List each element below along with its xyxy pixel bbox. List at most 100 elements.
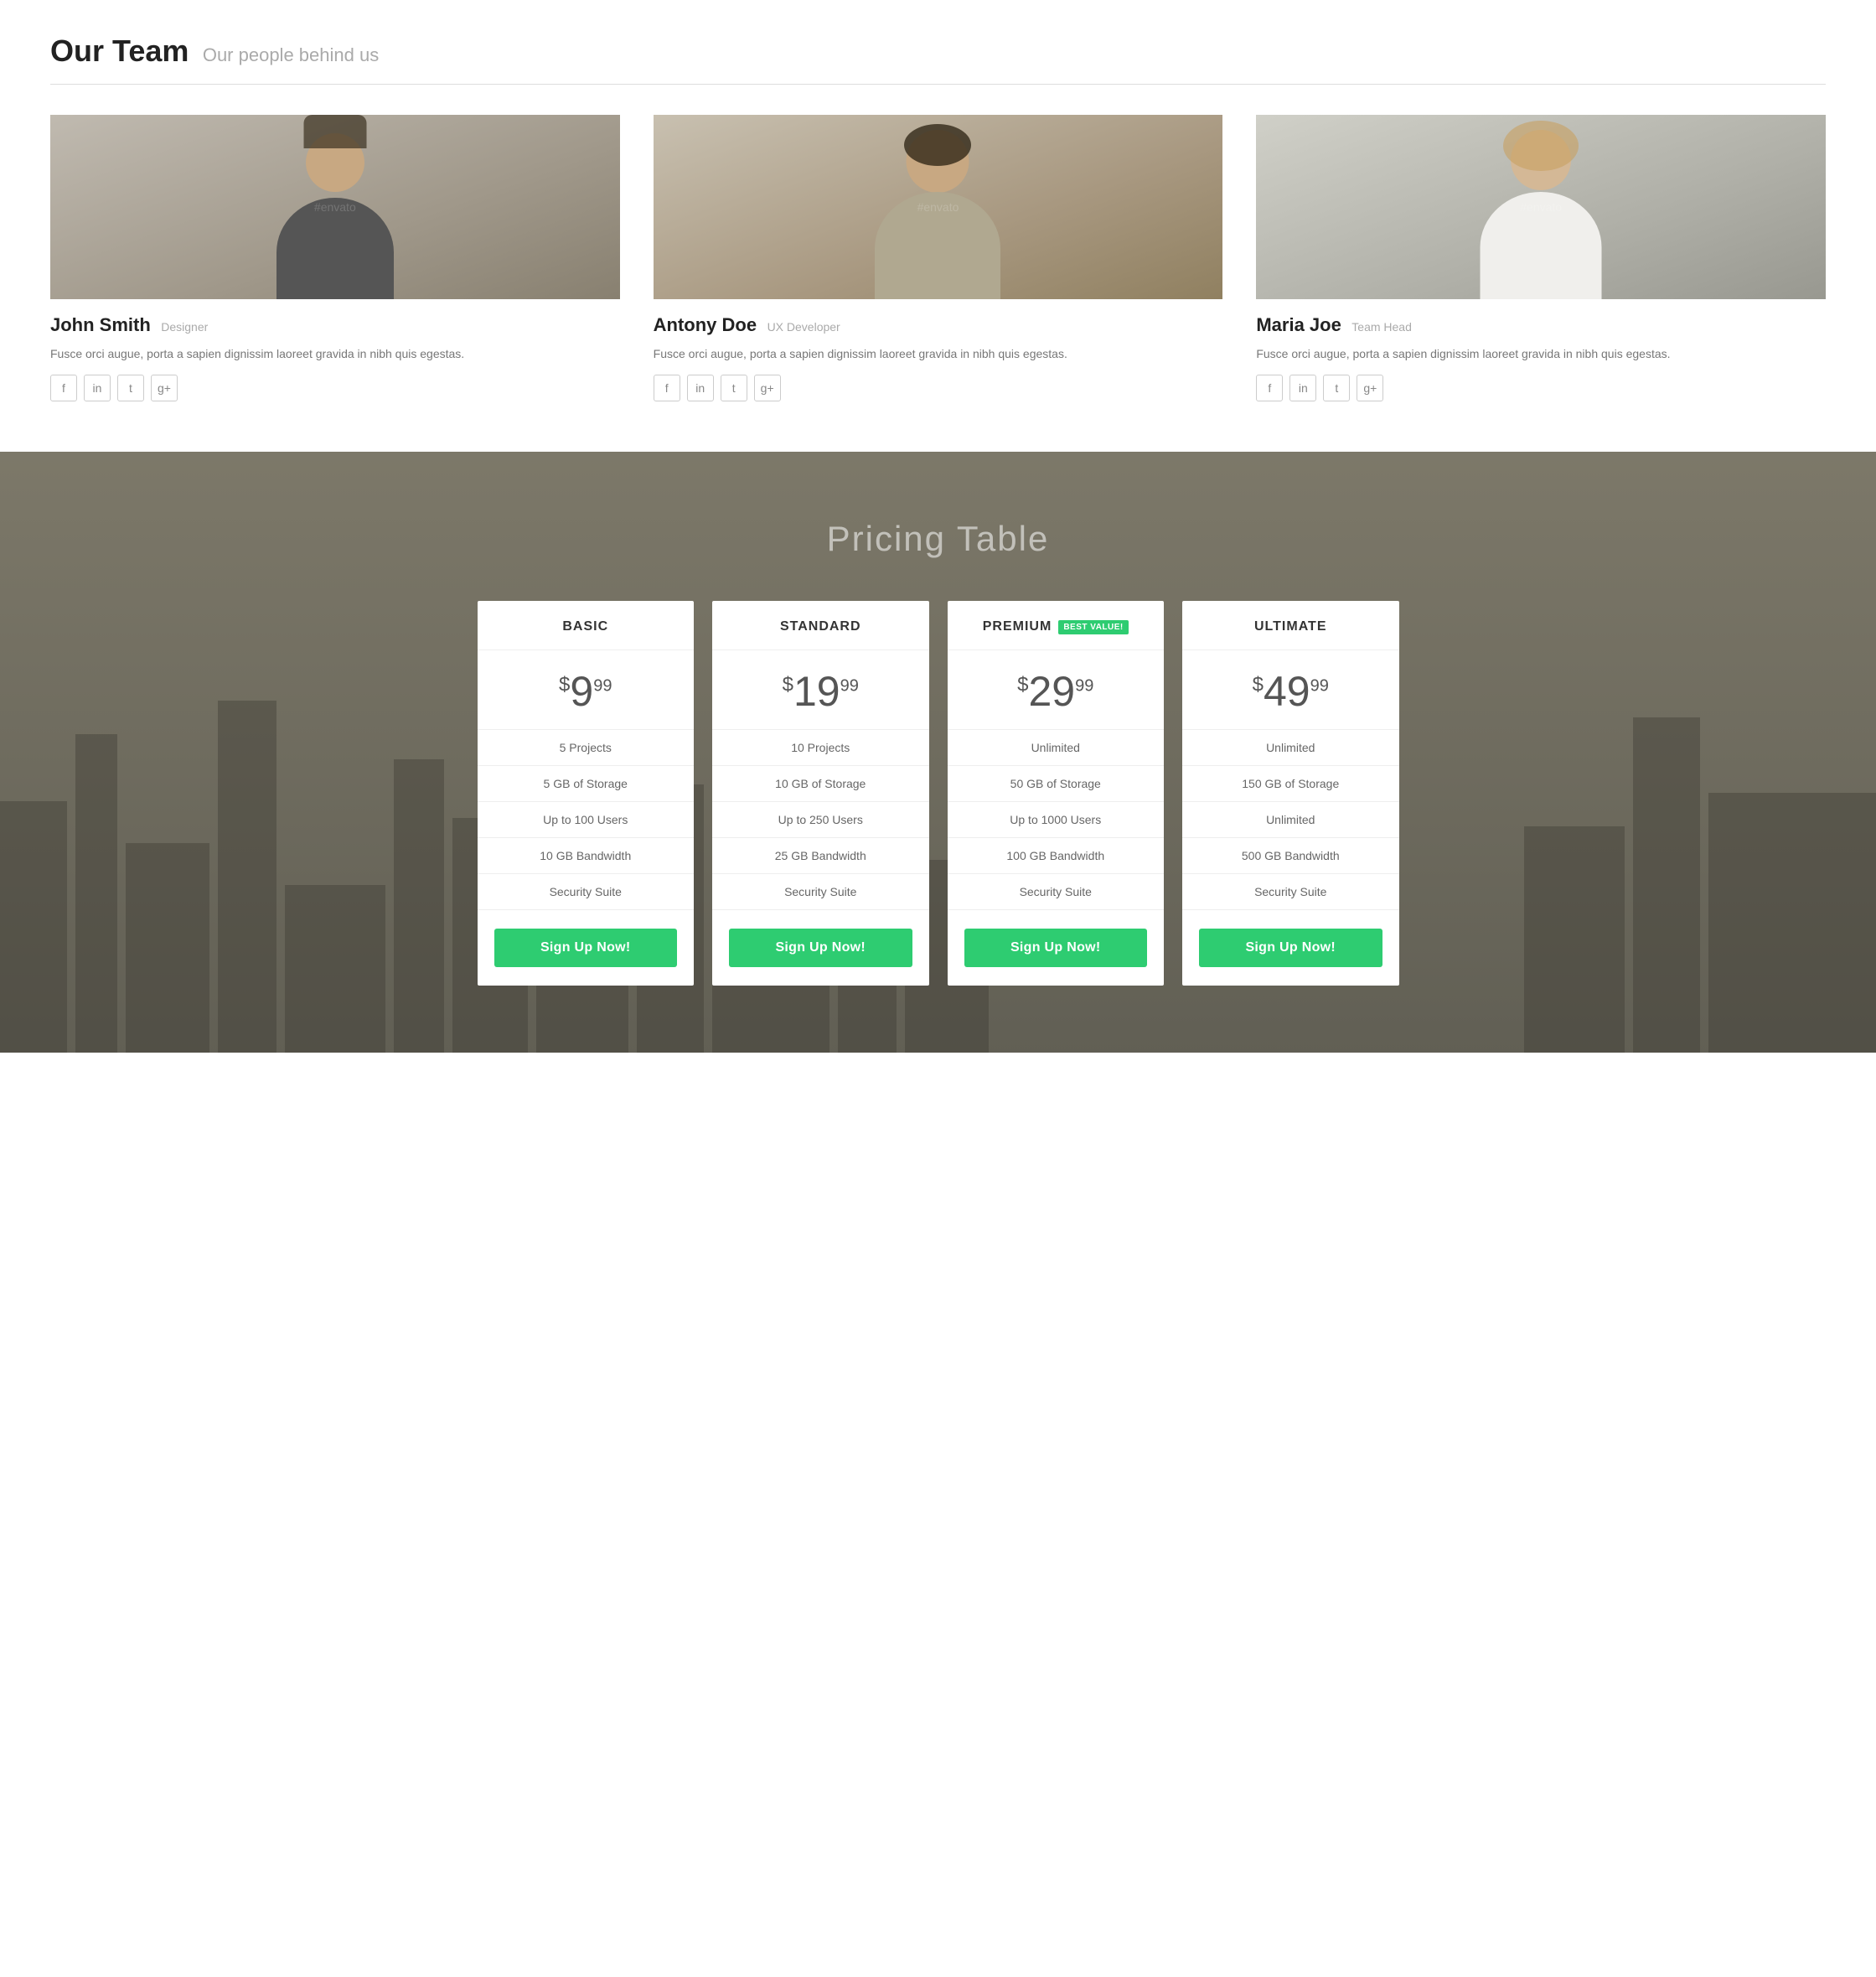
plan-cta-ultimate: Sign Up Now! (1182, 910, 1399, 986)
price-cents: 99 (593, 677, 612, 696)
team-member-info-1: Antony Doe UX Developer Fusce orci augue… (654, 314, 1223, 401)
plan-name-wrap: ULTIMATE (1182, 619, 1399, 634)
plan-feature: 50 GB of Storage (948, 766, 1165, 802)
team-grid: #envato John Smith Designer Fusce orci a… (50, 115, 1826, 401)
plan-header-standard: STANDARD (712, 601, 929, 650)
facebook-icon[interactable]: f (654, 375, 680, 401)
team-member-role: Team Head (1351, 320, 1412, 334)
plan-price-value: $1999 (783, 668, 859, 715)
plan-name: BASIC (562, 619, 608, 634)
plan-feature: 100 GB Bandwidth (948, 838, 1165, 874)
price-dollar-sign: $ (1017, 674, 1028, 696)
team-card-2: #envato Maria Joe Team Head Fusce orci a… (1256, 115, 1826, 401)
plan-feature: Unlimited (1182, 730, 1399, 766)
signup-button-basic[interactable]: Sign Up Now! (494, 929, 678, 967)
price-dollar-sign: $ (783, 674, 793, 696)
plan-feature: 10 GB of Storage (712, 766, 929, 802)
plan-name-wrap: BASIC (478, 619, 695, 634)
facebook-icon[interactable]: f (1256, 375, 1283, 401)
linkedin-icon[interactable]: in (1289, 375, 1316, 401)
plan-feature: 5 Projects (478, 730, 695, 766)
twitter-icon[interactable]: t (721, 375, 747, 401)
pricing-card-standard: STANDARD $1999 10 Projects10 GB of Stora… (712, 601, 929, 986)
signup-button-premium[interactable]: Sign Up Now! (964, 929, 1148, 967)
plan-feature: Security Suite (712, 874, 929, 910)
team-subtitle: Our people behind us (203, 44, 379, 65)
pricing-section: Pricing Table BASIC $999 5 Projects5 GB … (0, 452, 1876, 1053)
price-dollar-sign: $ (559, 674, 570, 696)
plan-feature: Security Suite (1182, 874, 1399, 910)
plan-price-standard: $1999 (712, 650, 929, 730)
twitter-icon[interactable]: t (117, 375, 144, 401)
plan-features-list: Unlimited150 GB of StorageUnlimited500 G… (1182, 730, 1399, 910)
pricing-title-wrap: Pricing Table (50, 519, 1826, 559)
plan-feature: 150 GB of Storage (1182, 766, 1399, 802)
plan-price-ultimate: $4999 (1182, 650, 1399, 730)
facebook-icon[interactable]: f (50, 375, 77, 401)
team-photo-1: #envato (654, 115, 1223, 299)
linkedin-icon[interactable]: in (687, 375, 714, 401)
google-plus-icon[interactable]: g+ (151, 375, 178, 401)
plan-name: PREMIUM (983, 619, 1052, 634)
plan-features-list: Unlimited50 GB of StorageUp to 1000 User… (948, 730, 1165, 910)
team-photo-0: #envato (50, 115, 620, 299)
team-card-0: #envato John Smith Designer Fusce orci a… (50, 115, 620, 401)
google-plus-icon[interactable]: g+ (754, 375, 781, 401)
plan-feature: Up to 100 Users (478, 802, 695, 838)
plan-price-basic: $999 (478, 650, 695, 730)
team-member-role: UX Developer (767, 320, 840, 334)
plan-header-ultimate: ULTIMATE (1182, 601, 1399, 650)
team-member-bio: Fusce orci augue, porta a sapien digniss… (1256, 344, 1826, 363)
price-cents: 99 (1310, 677, 1329, 696)
team-photo-2: #envato (1256, 115, 1826, 299)
plan-feature: Security Suite (478, 874, 695, 910)
plan-feature: 25 GB Bandwidth (712, 838, 929, 874)
signup-button-ultimate[interactable]: Sign Up Now! (1199, 929, 1382, 967)
pricing-card-premium: PREMIUM BEST VALUE! $2999 Unlimited50 GB… (948, 601, 1165, 986)
plan-feature: Up to 250 Users (712, 802, 929, 838)
price-dollar-sign: $ (1253, 674, 1264, 696)
team-card-1: #envato Antony Doe UX Developer Fusce or… (654, 115, 1223, 401)
plan-feature: Unlimited (948, 730, 1165, 766)
twitter-icon[interactable]: t (1323, 375, 1350, 401)
plan-features-list: 5 Projects5 GB of StorageUp to 100 Users… (478, 730, 695, 910)
price-cents: 99 (1075, 677, 1093, 696)
plan-header-basic: BASIC (478, 601, 695, 650)
plan-price-premium: $2999 (948, 650, 1165, 730)
team-member-info-0: John Smith Designer Fusce orci augue, po… (50, 314, 620, 401)
price-cents: 99 (840, 677, 859, 696)
team-header: Our Team Our people behind us (50, 34, 1826, 85)
best-value-badge: BEST VALUE! (1058, 620, 1128, 634)
team-title: Our Team (50, 34, 189, 68)
pricing-card-ultimate: ULTIMATE $4999 Unlimited150 GB of Storag… (1182, 601, 1399, 986)
social-icons-1: fint g+ (654, 375, 1223, 401)
plan-header-premium: PREMIUM BEST VALUE! (948, 601, 1165, 650)
plan-cta-premium: Sign Up Now! (948, 910, 1165, 986)
social-icons-0: fint g+ (50, 375, 620, 401)
plan-cta-basic: Sign Up Now! (478, 910, 695, 986)
linkedin-icon[interactable]: in (84, 375, 111, 401)
plan-feature: 10 GB Bandwidth (478, 838, 695, 874)
plan-feature: 5 GB of Storage (478, 766, 695, 802)
team-member-bio: Fusce orci augue, porta a sapien digniss… (50, 344, 620, 363)
plan-name-wrap: PREMIUM BEST VALUE! (948, 619, 1165, 634)
plan-feature: 10 Projects (712, 730, 929, 766)
signup-button-standard[interactable]: Sign Up Now! (729, 929, 912, 967)
google-plus-icon[interactable]: g+ (1357, 375, 1383, 401)
plan-name: STANDARD (780, 619, 861, 634)
plan-feature: Unlimited (1182, 802, 1399, 838)
team-member-name: Antony Doe (654, 314, 757, 335)
team-member-name: John Smith (50, 314, 151, 335)
plan-features-list: 10 Projects10 GB of StorageUp to 250 Use… (712, 730, 929, 910)
plan-name: ULTIMATE (1254, 619, 1327, 634)
plan-price-value: $999 (559, 668, 612, 715)
plan-cta-standard: Sign Up Now! (712, 910, 929, 986)
plan-name-wrap: STANDARD (712, 619, 929, 634)
pricing-title: Pricing Table (50, 519, 1826, 559)
social-icons-2: fint g+ (1256, 375, 1826, 401)
plan-price-value: $4999 (1253, 668, 1329, 715)
pricing-grid: BASIC $999 5 Projects5 GB of StorageUp t… (478, 601, 1399, 986)
plan-feature: Up to 1000 Users (948, 802, 1165, 838)
pricing-card-basic: BASIC $999 5 Projects5 GB of StorageUp t… (478, 601, 695, 986)
plan-feature: 500 GB Bandwidth (1182, 838, 1399, 874)
